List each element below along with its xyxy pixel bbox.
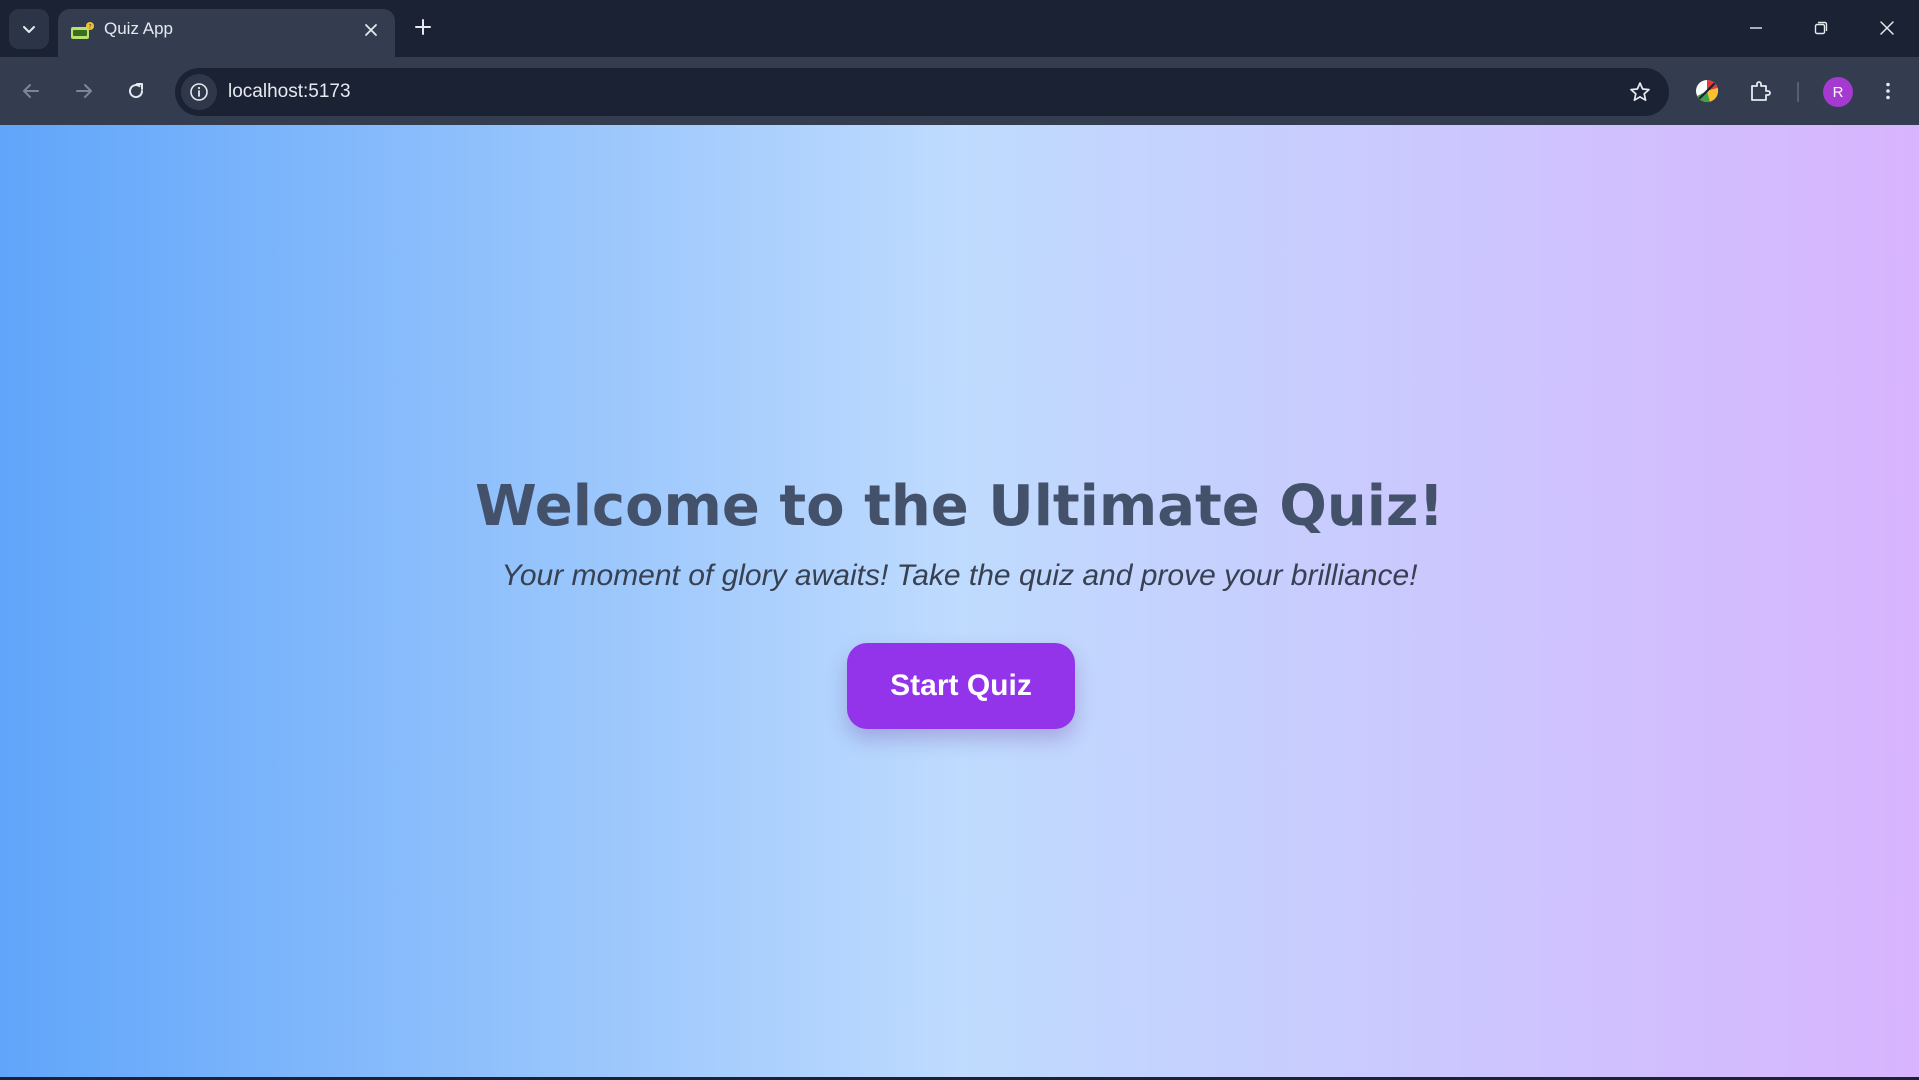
toolbar-divider [1797, 82, 1799, 102]
reload-icon [129, 83, 144, 99]
restore-button[interactable] [1798, 8, 1844, 48]
browser-menu-button[interactable] [1871, 74, 1905, 108]
extension-button[interactable] [1690, 74, 1724, 108]
page-viewport: Welcome to the Ultimate Quiz! Your momen… [0, 125, 1919, 1077]
browser-toolbar: localhost:5173 [0, 57, 1919, 125]
minimize-button[interactable] [1733, 8, 1779, 48]
star-icon [1630, 82, 1650, 102]
start-quiz-button[interactable]: Start Quiz [847, 643, 1075, 729]
arrow-left-icon [23, 84, 39, 98]
reload-button[interactable] [118, 73, 154, 109]
close-icon [365, 24, 377, 36]
plus-icon [415, 19, 431, 35]
restore-icon [1814, 21, 1828, 35]
puzzle-icon [1751, 81, 1771, 101]
tab-quiz-app[interactable]: ? Quiz App [58, 9, 395, 57]
forward-button[interactable] [66, 73, 102, 109]
welcome-hero: Welcome to the Ultimate Quiz! Your momen… [0, 125, 1919, 1077]
info-icon [190, 83, 208, 101]
profile-avatar[interactable]: R [1823, 77, 1853, 107]
arrow-right-icon [76, 84, 92, 98]
tab-title: Quiz App [104, 19, 173, 38]
address-bar[interactable]: localhost:5173 [175, 68, 1669, 116]
back-button[interactable] [13, 73, 49, 109]
bookmark-button[interactable] [1623, 75, 1657, 109]
page-title: Welcome to the Ultimate Quiz! [474, 474, 1445, 539]
new-tab-button[interactable] [408, 12, 438, 42]
minimize-icon [1750, 27, 1762, 29]
quiz-favicon-icon: ? [71, 22, 94, 39]
svg-text:?: ? [89, 24, 92, 31]
chevron-down-icon [23, 26, 35, 33]
extensions-menu-button[interactable] [1743, 74, 1777, 108]
more-vertical-icon [1886, 82, 1890, 100]
color-wheel-extension-icon [1696, 80, 1718, 103]
tab-search-button[interactable] [9, 9, 49, 49]
page-subtitle: Your moment of glory awaits! Take the qu… [501, 559, 1418, 592]
close-icon [1880, 21, 1894, 35]
tab-strip: ? Quiz App [0, 0, 1919, 57]
close-window-button[interactable] [1864, 8, 1910, 48]
url-text[interactable]: localhost:5173 [228, 68, 351, 116]
tab-close-button[interactable] [359, 18, 383, 42]
site-info-button[interactable] [181, 74, 217, 110]
